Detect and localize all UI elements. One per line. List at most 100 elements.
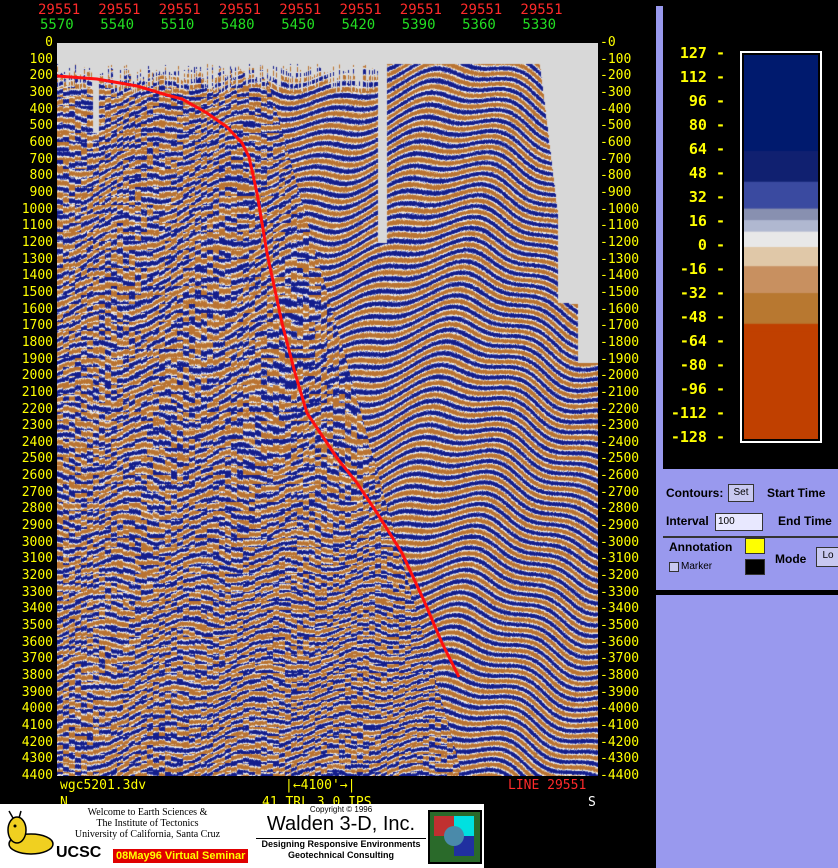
seminar-banner: Welcome to Earth Sciences & The Institut… — [0, 804, 484, 868]
depth-tick-right: -3100 — [600, 551, 640, 567]
depth-tick-left: 4400 — [21, 768, 53, 783]
depth-tick-right: -2300 — [600, 418, 640, 434]
depth-tick-right: -1100 — [600, 218, 640, 234]
depth-tick-left: 400 — [29, 101, 53, 117]
depth-tick-right: -2000 — [600, 368, 640, 384]
depth-tick-left: 1300 — [21, 251, 53, 267]
depth-tick-right: -2100 — [600, 384, 640, 400]
depth-tick-right: -3400 — [600, 601, 640, 617]
colorbar-label: -16 - — [679, 260, 725, 278]
seismic-section[interactable] — [57, 43, 598, 776]
depth-tick-left: 2800 — [21, 501, 53, 517]
colorbar-label: -80 - — [679, 356, 725, 374]
interval-input[interactable]: 100 — [715, 513, 763, 531]
depth-tick-right: -3500 — [600, 618, 640, 634]
file-name-label: wgc5201.3dv — [60, 778, 147, 793]
depth-tick-left: 2900 — [21, 518, 53, 534]
depth-tick-right: -900 — [600, 184, 632, 200]
depth-tick-right: -1000 — [600, 201, 640, 217]
depth-tick-left: 3800 — [21, 668, 53, 684]
marker-checkbox[interactable] — [669, 562, 679, 572]
depth-tick-left: 4100 — [21, 718, 53, 734]
mode-button[interactable]: Lo — [816, 547, 838, 567]
welcome-text: Welcome to Earth Sciences & The Institut… — [35, 807, 260, 840]
top-axis: 29551 29551 29551 29551 29551 29551 29551 29551… — [0, 0, 656, 40]
depth-tick-left: 3700 — [21, 651, 53, 667]
left-depth-axis: 0 100 200 300 400 500 600 700 800 900 1000 1100 1200… — [0, 0, 57, 800]
trace-number-label: 5360 — [462, 17, 496, 33]
depth-tick-left: 1200 — [21, 234, 53, 250]
depth-tick-right: -2700 — [600, 484, 640, 500]
depth-tick-right: -3600 — [600, 634, 640, 650]
depth-tick-right: -700 — [600, 151, 632, 167]
colorbar-label: 127 - — [679, 44, 725, 62]
colorbar-gradient — [744, 55, 818, 439]
fault-line — [57, 74, 461, 678]
depth-tick-right: -1600 — [600, 301, 640, 317]
depth-tick-left: 2700 — [21, 484, 53, 500]
colorbar-label: 48 - — [688, 164, 725, 182]
depth-tick-left: 2100 — [21, 384, 53, 400]
annotation-color-black[interactable] — [745, 559, 765, 575]
depth-tick-left: 500 — [29, 118, 53, 134]
colorbar-label: 112 - — [679, 68, 725, 86]
trace-number-label: 5540 — [100, 17, 135, 33]
colorbar — [740, 51, 822, 443]
tagline1: Designing Responsive Environments — [256, 838, 426, 849]
colorbar-label: 16 - — [688, 212, 725, 230]
line-number-label: 29551 — [460, 2, 503, 18]
depth-tick-right: -100 — [600, 51, 632, 67]
depth-tick-right: -3200 — [600, 568, 640, 584]
depth-tick-left: 3400 — [21, 601, 53, 617]
end-time-label: End Time — [778, 514, 832, 528]
scale-left-arrow: |← — [285, 778, 301, 793]
depth-tick-right: -200 — [600, 68, 632, 84]
depth-tick-right: -800 — [600, 168, 632, 184]
depth-tick-right: -4400 — [600, 768, 640, 783]
line-number-label: 29551 — [520, 2, 563, 18]
south-label: S — [588, 795, 596, 810]
depth-tick-right: -600 — [600, 134, 632, 150]
depth-tick-left: 3900 — [21, 684, 53, 700]
set-button[interactable]: Set — [728, 484, 754, 502]
annotation-color-yellow[interactable] — [745, 538, 765, 554]
depth-tick-right: -400 — [600, 101, 632, 117]
depth-tick-left: 1900 — [21, 351, 53, 367]
globe-icon — [444, 826, 464, 846]
marker-label: Marker — [681, 561, 713, 572]
colorbar-label: -112 - — [670, 404, 725, 422]
depth-tick-left: 4300 — [21, 751, 53, 767]
depth-tick-right: -2500 — [600, 451, 640, 467]
depth-tick-right: -2900 — [600, 518, 640, 534]
depth-tick-right: -2400 — [600, 434, 640, 450]
colorbar-label: -128 - — [670, 428, 725, 446]
trace-number-label: 5510 — [160, 17, 195, 33]
company-name: Walden 3-D, Inc. — [266, 813, 416, 835]
contour-controls: Contours: Set Start Time Interval 100 En… — [663, 475, 838, 590]
depth-tick-left: 2200 — [21, 401, 53, 417]
line-number-label: 29551 — [339, 2, 382, 18]
scale-label: 4100' — [300, 778, 340, 793]
depth-tick-left: 3300 — [21, 584, 53, 600]
colorbar-label: -64 - — [679, 332, 725, 350]
colorbar-label: 80 - — [688, 116, 725, 134]
depth-tick-left: 1800 — [21, 334, 53, 350]
depth-tick-left: 1600 — [21, 301, 53, 317]
depth-tick-left: 900 — [29, 184, 53, 200]
depth-tick-left: 2500 — [21, 451, 53, 467]
walden-emblem — [428, 810, 482, 864]
depth-tick-left: 200 — [29, 68, 53, 84]
depth-tick-right: -1400 — [600, 268, 640, 284]
panel-divider — [656, 590, 838, 595]
depth-tick-left: 1400 — [21, 268, 53, 284]
colorbar-label: 96 - — [688, 92, 725, 110]
depth-tick-right: -2600 — [600, 468, 640, 484]
depth-tick-left: 3500 — [21, 618, 53, 634]
depth-tick-left: 2000 — [21, 368, 53, 384]
welcome-line1: Welcome to Earth Sciences & — [87, 807, 208, 818]
colorbar-label: -96 - — [679, 380, 725, 398]
trace-number-label: 5420 — [341, 17, 376, 33]
depth-tick-right: -3000 — [600, 534, 640, 550]
depth-tick-right: -1300 — [600, 251, 640, 267]
depth-tick-right: -2200 — [600, 401, 640, 417]
